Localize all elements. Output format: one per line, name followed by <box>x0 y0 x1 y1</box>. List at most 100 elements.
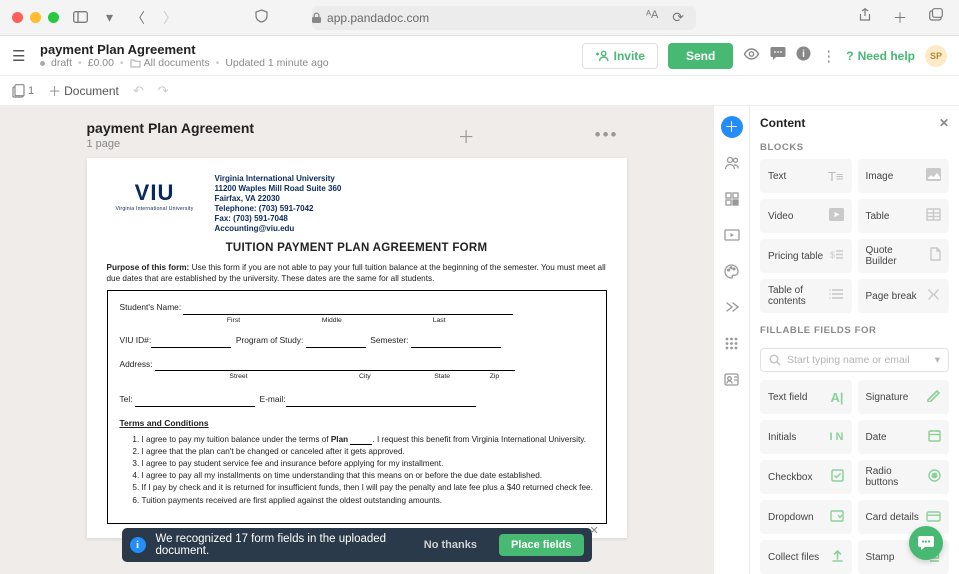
fillable-section-label: FILLABLE FIELDS FOR <box>760 325 949 336</box>
field-collect-files[interactable]: Collect files <box>760 540 852 574</box>
svg-text:i: i <box>802 49 805 60</box>
refresh-icon[interactable]: ⟳ <box>668 9 688 26</box>
canvas: payment Plan Agreement 1 page ＋ ••• VIU … <box>0 106 713 574</box>
pagebreak-block-icon <box>926 288 941 304</box>
search-icon <box>769 354 781 366</box>
svg-text:$: $ <box>830 250 835 260</box>
card-icon <box>926 510 941 525</box>
field-dropdown[interactable]: Dropdown <box>760 500 852 534</box>
field-date[interactable]: Date <box>858 420 950 454</box>
kebab-icon[interactable]: ⋮ <box>821 47 836 65</box>
doc-toolbar: 1 ＋ Document ↶ ↷ <box>0 76 959 106</box>
block-video[interactable]: Video <box>760 199 852 233</box>
amount-text: £0.00 <box>88 57 114 69</box>
add-doc-button[interactable]: ＋ Document <box>48 81 119 100</box>
new-tab-icon[interactable]: ＋ <box>889 8 911 28</box>
avatar[interactable]: SP <box>925 45 947 67</box>
help-icon: ? <box>846 49 853 63</box>
toast-close-icon[interactable]: ✕ <box>590 524 604 538</box>
video-block-icon <box>829 208 844 224</box>
dropdown-icon <box>830 510 844 525</box>
rail-variables-icon[interactable] <box>721 296 743 318</box>
send-button[interactable]: Send <box>668 43 733 69</box>
form-fields-toast: i We recognized 17 form fields in the up… <box>122 528 592 562</box>
block-table[interactable]: Table <box>858 199 950 233</box>
checkbox-icon <box>831 469 844 485</box>
recipient-search[interactable]: Start typing name or email ▾ <box>760 348 949 372</box>
block-pricing-table[interactable]: Pricing table$ <box>760 239 852 273</box>
undo-icon[interactable]: ↶ <box>133 83 144 99</box>
back-icon[interactable]: 〈 <box>127 8 149 28</box>
doc-title-header: payment Plan Agreement <box>40 42 329 57</box>
block-text[interactable]: TextT≡ <box>760 159 852 193</box>
block-page-break[interactable]: Page break <box>858 279 950 313</box>
status-dot-icon <box>40 61 45 66</box>
preview-icon[interactable] <box>743 47 760 64</box>
field-radio-buttons[interactable]: Radiobuttons <box>858 460 950 494</box>
rail-grid-icon[interactable] <box>721 188 743 210</box>
radio-icon <box>928 469 941 485</box>
form-box: Student's Name: First Middle Last VIU ID… <box>107 290 607 523</box>
sidebar-icon[interactable] <box>69 10 92 26</box>
field-text-field[interactable]: Text fieldA| <box>760 380 852 414</box>
app-header: ☰ payment Plan Agreement draft • £0.00 •… <box>0 36 959 76</box>
need-help-button[interactable]: ? Need help <box>846 49 915 63</box>
reader-icon[interactable]: ᴬA <box>642 9 662 26</box>
document-page: VIU Virginia International University Vi… <box>87 158 627 538</box>
folder-breadcrumb[interactable]: All documents <box>130 57 210 69</box>
menu-icon[interactable]: ☰ <box>12 47 25 65</box>
signature-icon <box>926 390 941 405</box>
rail-apps-icon[interactable] <box>721 332 743 354</box>
shield-icon[interactable] <box>251 9 272 26</box>
rail-media-icon[interactable] <box>721 224 743 246</box>
doc-meta: draft • £0.00 • All documents • Updated … <box>40 57 329 69</box>
browser-chrome: ▾ 〈 〉 app.pandadoc.com ᴬA ⟳ ＋ <box>0 0 959 36</box>
folder-icon <box>130 58 141 68</box>
rail-contact-icon[interactable] <box>721 368 743 390</box>
upload-icon <box>831 549 844 566</box>
address-bar[interactable]: app.pandadoc.com ᴬA ⟳ <box>312 6 696 30</box>
share-icon[interactable] <box>855 8 875 28</box>
updated-text: Updated 1 minute ago <box>225 57 328 69</box>
block-toc[interactable]: Table ofcontents <box>760 279 852 313</box>
field-signature[interactable]: Signature <box>858 380 950 414</box>
date-icon <box>928 429 941 445</box>
maximize-window-icon[interactable] <box>48 12 59 23</box>
terms-title: Terms and Conditions <box>120 417 594 431</box>
pricing-block-icon: $ <box>829 248 844 264</box>
blocks-section-label: BLOCKS <box>760 142 949 153</box>
minimize-window-icon[interactable] <box>30 12 41 23</box>
field-checkbox[interactable]: Checkbox <box>760 460 852 494</box>
more-icon[interactable]: ••• <box>595 125 619 145</box>
blocks-grid: TextT≡ Image Video Table Pricing table$ … <box>760 159 949 313</box>
chat-bubble-icon[interactable] <box>909 526 943 560</box>
text-block-icon: T≡ <box>828 169 844 184</box>
table-block-icon <box>926 208 941 224</box>
rail-design-icon[interactable] <box>721 260 743 282</box>
pages-icon[interactable]: 1 <box>12 84 34 98</box>
chat-icon[interactable] <box>770 46 786 65</box>
field-initials[interactable]: InitialsI N <box>760 420 852 454</box>
rail-add-icon[interactable]: ＋ <box>721 116 743 138</box>
page-count: 1 page <box>87 138 255 150</box>
panel-close-icon[interactable]: ✕ <box>939 116 949 130</box>
search-placeholder: Start typing name or email <box>787 354 910 366</box>
add-block-icon[interactable]: ＋ <box>458 123 475 148</box>
info-icon[interactable]: i <box>796 46 811 65</box>
status-text: draft <box>51 57 72 69</box>
forward-icon: 〉 <box>159 8 181 28</box>
university-logo: VIU Virginia International University <box>107 174 203 218</box>
no-thanks-button[interactable]: No thanks <box>412 534 489 556</box>
close-window-icon[interactable] <box>12 12 23 23</box>
place-fields-button[interactable]: Place fields <box>499 534 584 556</box>
purpose-text: Purpose of this form: Use this form if y… <box>107 262 607 284</box>
chevron-down-icon[interactable]: ▾ <box>102 9 117 26</box>
block-quote-builder[interactable]: QuoteBuilder <box>858 239 950 273</box>
toc-block-icon <box>829 288 844 303</box>
invite-button[interactable]: Invite <box>582 43 658 69</box>
rail-recipients-icon[interactable] <box>721 152 743 174</box>
tabs-icon[interactable] <box>925 8 947 28</box>
block-image[interactable]: Image <box>858 159 950 193</box>
textfield-icon: A| <box>830 390 843 405</box>
redo-icon[interactable]: ↷ <box>158 83 169 99</box>
